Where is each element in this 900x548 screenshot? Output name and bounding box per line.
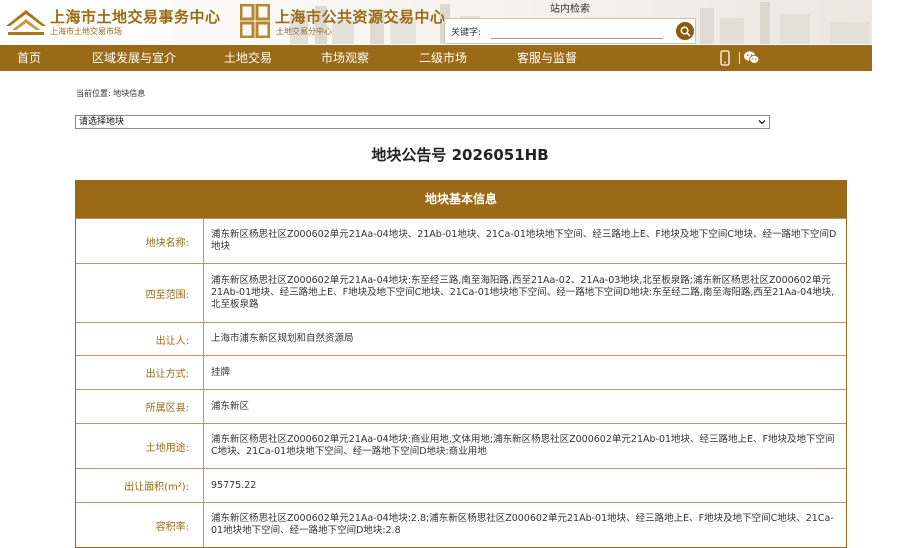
site-header: 上海市土地交易事务中心 上海市土地交易市场 上海市公共资源交易中心 土地交易分中… (0, 0, 872, 44)
search-button[interactable] (676, 22, 694, 40)
row-label: 土地用途: (76, 424, 204, 468)
wechat-icon[interactable] (743, 50, 760, 65)
parcel-select[interactable]: 请选择地块 (75, 115, 770, 129)
logo2-title: 上海市公共资源交易中心 (275, 8, 446, 26)
nav-divider (739, 52, 740, 64)
row-label: 容积率: (76, 503, 204, 547)
table-row: 出让面积(m²): 95775.22 (76, 468, 846, 502)
row-value: 浦东新区杨思社区Z000602单元21Aa-04地块、21Ab-01地块、21C… (211, 229, 837, 252)
breadcrumb: 当前位置: 地块信息 (76, 89, 146, 98)
mobile-icon[interactable] (720, 50, 730, 66)
search-keyword-label: 关键字: (451, 28, 482, 38)
table-row: 四至范围: 浦东新区杨思社区Z000602单元21Aa-04地块:东至经三路,南… (76, 263, 846, 322)
table-row: 容积率: 浦东新区杨思社区Z000602单元21Aa-04地块:2.8;浦东新区… (76, 502, 846, 547)
logo2-emblem-icon (240, 4, 270, 38)
nav-service-supervision[interactable]: 客服与监督 (517, 45, 577, 71)
nav-regional-development[interactable]: 区域发展与宣介 (92, 45, 176, 71)
table-row: 出让方式: 挂牌 (76, 355, 846, 389)
logo-emblem-icon (6, 10, 46, 35)
chevron-down-icon (758, 120, 766, 125)
search-input[interactable] (491, 24, 663, 39)
row-value: 浦东新区杨思社区Z000602单元21Aa-04地块:东至经三路,南至海阳路,西… (211, 275, 835, 310)
logo1-subtitle: 上海市土地交易市场 (50, 27, 122, 36)
parcel-info-table: 地块基本信息 地块名称: 浦东新区杨思社区Z000602单元21Aa-04地块、… (75, 180, 847, 548)
row-value: 挂牌 (211, 366, 231, 378)
logo1-title: 上海市土地交易事务中心 (50, 8, 221, 26)
row-value: 浦东新区杨思社区Z000602单元21Aa-04地块:2.8;浦东新区杨思社区Z… (211, 513, 834, 536)
table-row: 地块名称: 浦东新区杨思社区Z000602单元21Aa-04地块、21Ab-01… (76, 218, 846, 263)
row-label: 出让面积(m²): (76, 469, 204, 502)
search-icon (680, 26, 691, 37)
table-row: 土地用途: 浦东新区杨思社区Z000602单元21Aa-04地块:商业用地,文体… (76, 423, 846, 468)
main-nav: 首页 区域发展与宣介 土地交易 市场观察 二级市场 客服与监督 (0, 45, 872, 71)
logo2-subtitle: 土地交易分中心 (276, 27, 332, 36)
row-label: 出让方式: (76, 356, 204, 389)
site-search-title: 站内检索 (550, 4, 590, 15)
row-label: 出让人: (76, 323, 204, 355)
nav-market-observation[interactable]: 市场观察 (321, 45, 369, 71)
row-value: 95775.22 (211, 479, 257, 491)
nav-home[interactable]: 首页 (17, 45, 41, 71)
row-value: 浦东新区杨思社区Z000602单元21Aa-04地块:商业用地,文体用地;浦东新… (211, 434, 835, 457)
parcel-select-value: 请选择地块 (79, 117, 125, 127)
row-value: 浦东新区 (211, 400, 250, 412)
table-header: 地块基本信息 (76, 180, 846, 218)
nav-secondary-market[interactable]: 二级市场 (419, 45, 467, 71)
row-value: 上海市浦东新区规划和自然资源局 (211, 333, 354, 344)
row-label: 四至范围: (76, 264, 204, 322)
table-row: 出让人: 上海市浦东新区规划和自然资源局 (76, 322, 846, 355)
nav-land-trading[interactable]: 土地交易 (224, 45, 272, 71)
page-title: 地块公告号 2026051HB (371, 146, 549, 164)
row-label: 所属区县: (76, 390, 204, 423)
table-row: 所属区县: 浦东新区 (76, 389, 846, 423)
row-label: 地块名称: (76, 219, 204, 263)
site-search-box: 关键字: (444, 18, 696, 44)
